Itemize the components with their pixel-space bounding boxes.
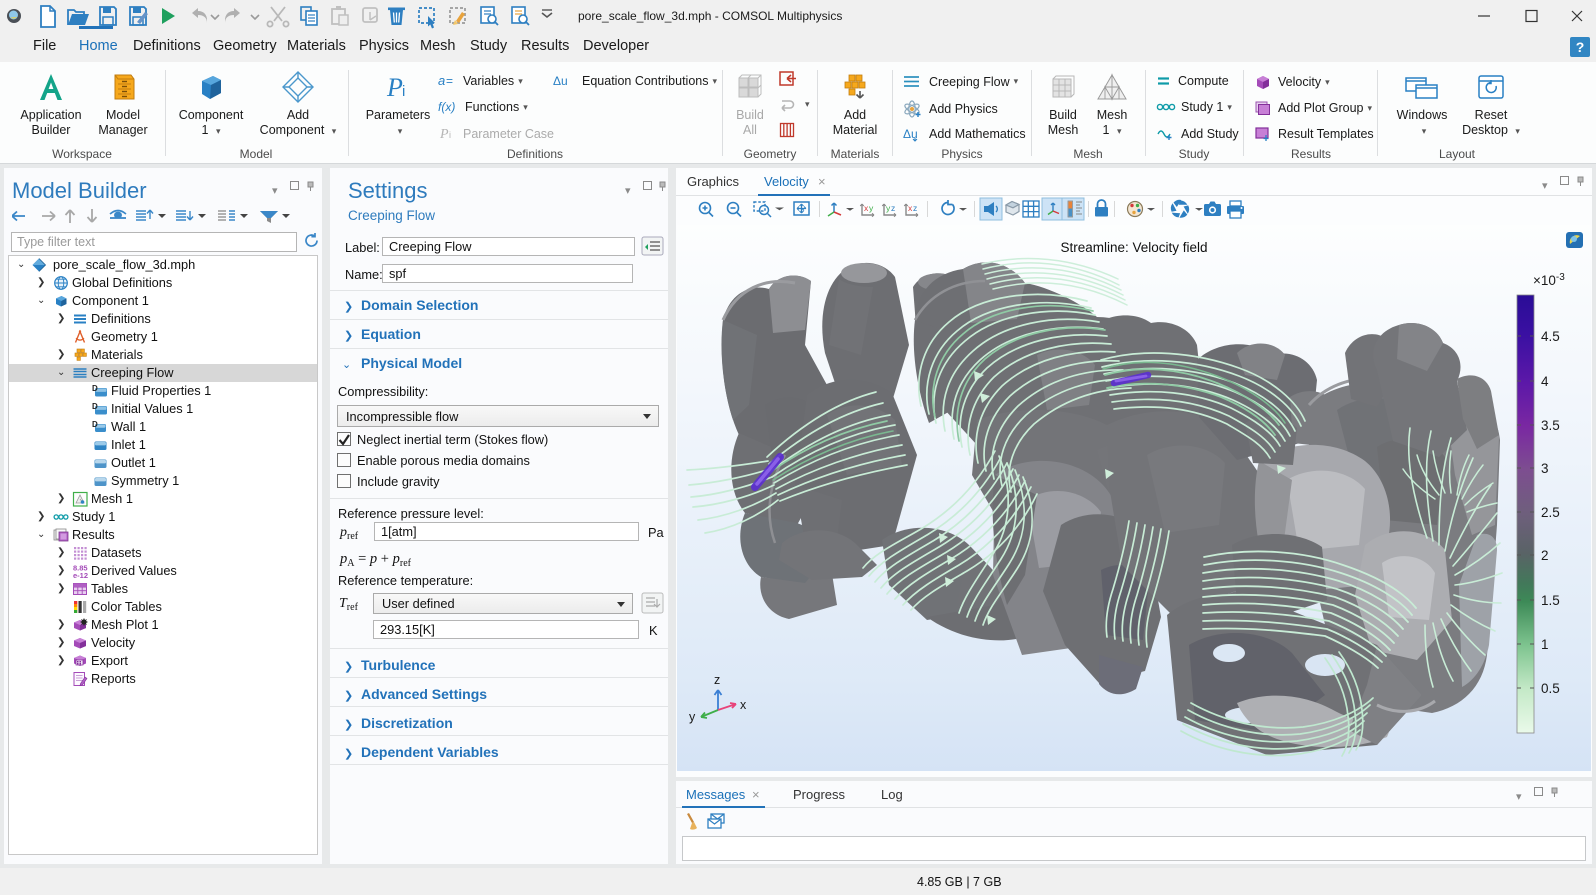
svg-text:e-12: e-12 [73, 571, 88, 579]
svg-text:a: a [438, 74, 445, 88]
svg-text:2.5: 2.5 [1541, 505, 1560, 520]
svg-text:x: x [740, 698, 747, 712]
svg-text:y: y [869, 203, 874, 213]
svg-text:×10-3: ×10-3 [1533, 272, 1565, 288]
svg-text:D: D [92, 420, 98, 429]
svg-text:i: i [449, 130, 451, 140]
svg-text:1: 1 [1541, 637, 1549, 652]
svg-text:=: = [446, 74, 453, 88]
svg-text:1.5: 1.5 [1541, 593, 1560, 608]
svg-text:3: 3 [1541, 461, 1549, 476]
svg-text:4: 4 [1541, 374, 1549, 389]
svg-text:Δu: Δu [553, 74, 568, 88]
svg-text:z: z [913, 203, 917, 213]
svg-text:D: D [92, 402, 98, 411]
svg-text:P: P [386, 73, 403, 102]
svg-text:2: 2 [1541, 548, 1549, 563]
svg-text:D: D [92, 384, 98, 393]
svg-text:3.5: 3.5 [1541, 418, 1560, 433]
svg-text:f(x): f(x) [438, 100, 455, 114]
svg-text:z: z [891, 203, 895, 213]
svg-text:y: y [689, 710, 696, 724]
svg-text:z: z [714, 673, 720, 687]
svg-text:0.5: 0.5 [1541, 681, 1560, 696]
svg-text:i: i [402, 83, 405, 100]
svg-text:4.5: 4.5 [1541, 329, 1560, 344]
svg-text:P: P [439, 127, 449, 141]
